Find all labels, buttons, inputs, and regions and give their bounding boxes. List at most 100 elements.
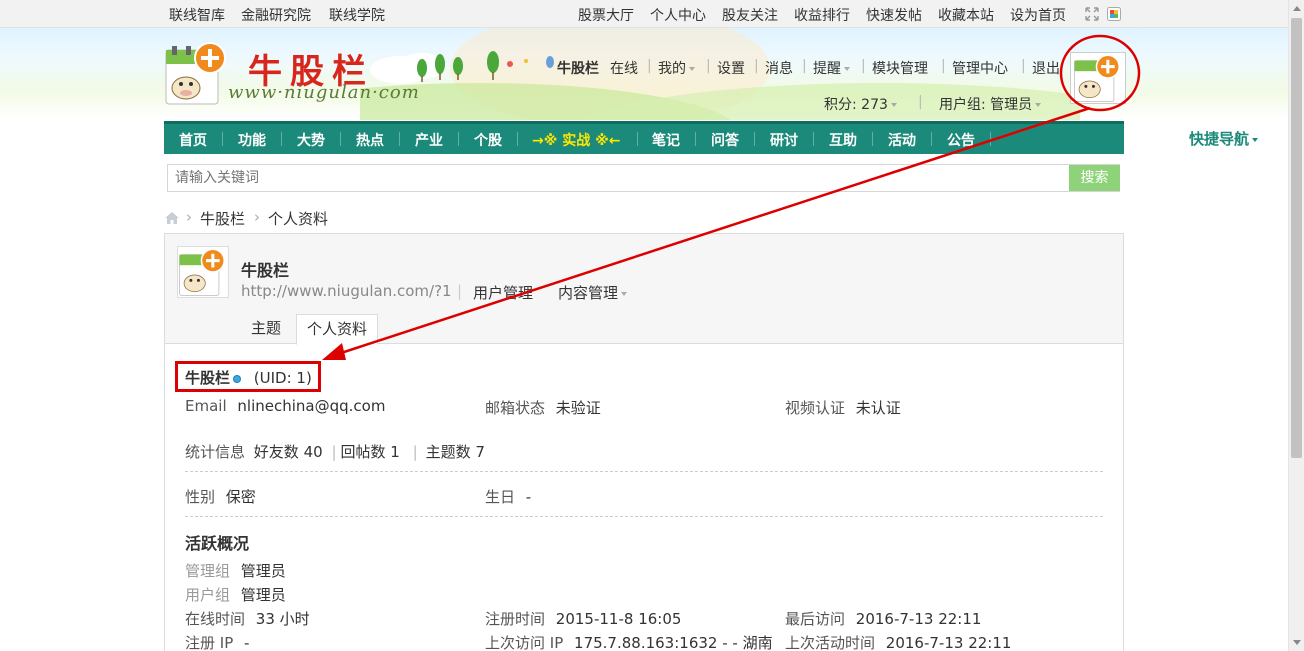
profile-panel: 牛股栏 http://www.niugulan.com/?1 | 用户管理 内容… xyxy=(164,233,1124,651)
nav-practice[interactable]: →※ 实战 ※← xyxy=(532,130,620,150)
username-link[interactable]: 牛股栏 xyxy=(557,58,599,78)
topbar-link-research[interactable]: 金融研究院 xyxy=(241,5,311,25)
tab-profile[interactable]: 个人资料 xyxy=(296,314,379,345)
nav-trend[interactable]: 大势 xyxy=(297,130,325,150)
menu-settings[interactable]: 设置 xyxy=(717,58,745,78)
separator: | xyxy=(754,58,759,74)
topbar-link-stock-hall[interactable]: 股票大厅 xyxy=(578,5,634,25)
nav-notes[interactable]: 笔记 xyxy=(652,130,680,150)
threads-count-link[interactable]: 主题数 7 xyxy=(426,443,485,461)
search-button[interactable]: 搜索 xyxy=(1069,165,1120,191)
home-icon[interactable] xyxy=(164,211,180,225)
topbar-link-favorite[interactable]: 收藏本站 xyxy=(938,5,994,25)
topbar-link-homepage[interactable]: 设为首页 xyxy=(1010,5,1066,25)
birthday-value: - xyxy=(525,488,532,506)
chevron-down-icon xyxy=(844,67,850,71)
user-manage-link[interactable]: 用户管理 xyxy=(473,282,533,303)
annotation-highlight-box xyxy=(175,361,321,392)
topbar-link-follow[interactable]: 股友关注 xyxy=(722,5,778,25)
chevron-down-icon xyxy=(1035,103,1042,107)
reg-ip-label: 注册 IP xyxy=(185,634,234,651)
nav-qa[interactable]: 问答 xyxy=(711,130,739,150)
prev-visit-ip-row: 上次访问 IP 175.7.88.163:1632 - - 湖南 xyxy=(485,632,773,651)
top-bar: 联线智库 金融研究院 联线学院 股票大厅 个人中心 股友关注 收益排行 快速发帖… xyxy=(0,0,1288,28)
friends-count-link[interactable]: 好友数 40 xyxy=(254,443,323,461)
avatar-icon xyxy=(1074,54,1120,102)
topbar-link-academy[interactable]: 联线学院 xyxy=(329,5,385,25)
email-value: nlinechina@qq.com xyxy=(237,397,386,415)
nav-help[interactable]: 互助 xyxy=(829,130,857,150)
breadcrumb-separator: › xyxy=(186,208,192,226)
nav-divider xyxy=(222,132,223,146)
profile-url[interactable]: http://www.niugulan.com/?1 xyxy=(241,282,452,300)
email-label: Email xyxy=(185,397,227,415)
usergroup-menu[interactable]: 用户组: 管理员 xyxy=(939,94,1042,114)
online-time-label: 在线时间 xyxy=(185,610,246,628)
replies-count-link[interactable]: 回帖数 1 xyxy=(341,443,400,461)
separator: | xyxy=(861,58,866,74)
video-auth-label: 视频认证 xyxy=(785,399,846,417)
nav-stocks[interactable]: 个股 xyxy=(474,130,502,150)
nav-events[interactable]: 活动 xyxy=(888,130,916,150)
menu-mine[interactable]: 我的 xyxy=(658,58,695,78)
site-logo-icon[interactable] xyxy=(164,40,230,106)
profile-name: 牛股栏 xyxy=(241,261,290,280)
breadcrumb-separator: › xyxy=(254,208,260,226)
menu-module-manage[interactable]: 模块管理 xyxy=(872,58,928,78)
content-manage-menu[interactable]: 内容管理 xyxy=(558,282,628,303)
search-input[interactable] xyxy=(168,165,1068,191)
user-group-label: 用户组 xyxy=(185,586,231,604)
nav-divider xyxy=(813,132,814,146)
profile-avatar[interactable] xyxy=(177,246,229,298)
nav-hot[interactable]: 热点 xyxy=(356,130,384,150)
online-status[interactable]: 在线 xyxy=(610,58,638,78)
stats-row: 统计信息 好友数 40 | 回帖数 1 | 主题数 7 xyxy=(185,441,485,462)
style-switch-icon[interactable] xyxy=(1107,7,1121,21)
prev-visit-ip-value: 175.7.88.163:1632 - - 湖南 xyxy=(574,634,773,651)
header-avatar[interactable] xyxy=(1070,52,1126,104)
chevron-down-icon xyxy=(689,67,695,71)
nav-home[interactable]: 首页 xyxy=(179,130,207,150)
nav-features[interactable]: 功能 xyxy=(238,130,266,150)
nav-divider xyxy=(872,132,873,146)
prev-visit-ip-label: 上次访问 IP xyxy=(485,634,564,651)
user-group-value[interactable]: 管理员 xyxy=(241,586,286,604)
admin-group-label: 管理组 xyxy=(185,562,231,580)
topbar-link-quick-post[interactable]: 快速发帖 xyxy=(866,5,922,25)
nav-divider xyxy=(637,132,638,146)
video-auth-row: 视频认证 未认证 xyxy=(785,397,901,418)
user-group-row: 用户组 管理员 xyxy=(185,584,286,605)
points-menu[interactable]: 积分: 273 xyxy=(824,94,897,114)
quick-nav-button[interactable]: 快捷导航 xyxy=(1167,128,1280,151)
quick-nav-label: 快捷导航 xyxy=(1188,130,1249,148)
video-auth-value: 未认证 xyxy=(855,399,901,417)
separator: | xyxy=(706,58,711,74)
topbar-link-personal-center[interactable]: 个人中心 xyxy=(650,5,706,25)
admin-group-value[interactable]: 管理员 xyxy=(241,562,286,580)
menu-reminders[interactable]: 提醒 xyxy=(813,58,850,78)
menu-admin-center[interactable]: 管理中心 xyxy=(952,58,1008,78)
activity-title: 活跃概况 xyxy=(185,534,250,553)
nav-divider xyxy=(340,132,341,146)
scroll-up-icon[interactable] xyxy=(1293,6,1301,11)
scroll-down-icon[interactable] xyxy=(1293,640,1301,645)
nav-industry[interactable]: 产业 xyxy=(415,130,443,150)
menu-messages[interactable]: 消息 xyxy=(765,58,793,78)
main-nav: 首页 功能 大势 热点 产业 个股 →※ 实战 ※← 笔记 问答 研讨 互助 活… xyxy=(164,121,1280,154)
topbar-link-zhiku[interactable]: 联线智库 xyxy=(169,5,225,25)
divider xyxy=(185,471,1103,472)
nav-notice[interactable]: 公告 xyxy=(947,130,975,150)
breadcrumb-item-site[interactable]: 牛股栏 xyxy=(200,208,245,229)
nav-divider xyxy=(517,132,518,146)
menu-logout[interactable]: 退出 xyxy=(1032,58,1060,78)
reg-time-label: 注册时间 xyxy=(485,610,546,628)
separator: | xyxy=(412,443,418,461)
topbar-link-ranking[interactable]: 收益排行 xyxy=(794,5,850,25)
gender-label: 性别 xyxy=(185,488,216,506)
tab-threads[interactable]: 主题 xyxy=(241,314,291,344)
scroll-thumb[interactable] xyxy=(1291,18,1302,458)
nav-discussion[interactable]: 研讨 xyxy=(770,130,798,150)
fullscreen-icon[interactable] xyxy=(1085,7,1099,21)
page-scrollbar[interactable] xyxy=(1288,0,1304,651)
last-active-row: 上次活动时间 2016-7-13 22:11 xyxy=(785,632,1011,651)
